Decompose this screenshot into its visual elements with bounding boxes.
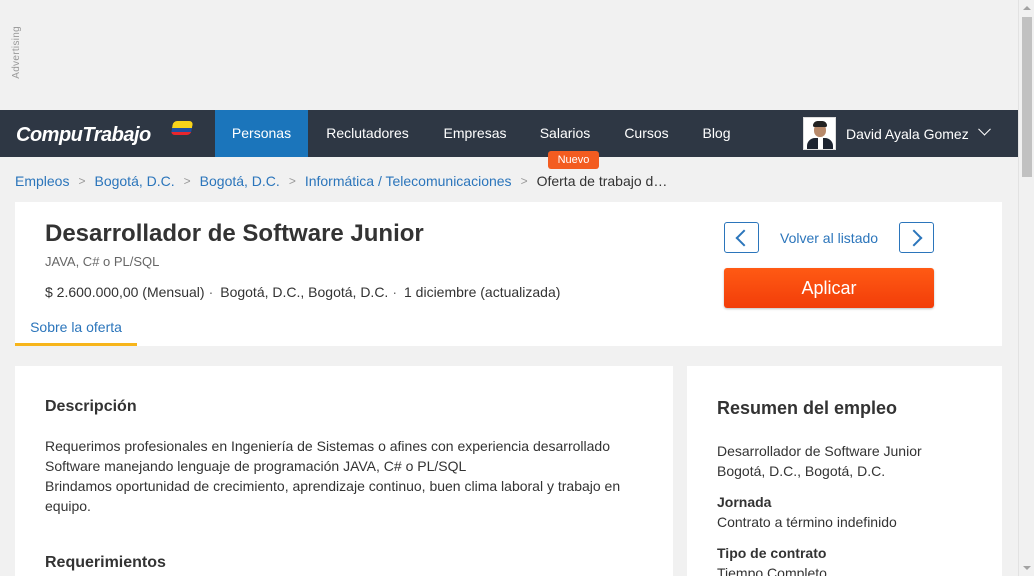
computrabajo-logo[interactable]: CompuTrabajo bbox=[16, 124, 151, 147]
advertising-area: Advertising bbox=[0, 0, 1018, 110]
breadcrumb-current: Oferta de trabajo d… bbox=[536, 173, 668, 189]
meta-separator: · bbox=[208, 284, 214, 300]
breadcrumb-separator-icon: > bbox=[288, 174, 296, 188]
description-text: Requerimos profesionales en Ingeniería d… bbox=[45, 436, 645, 516]
colombia-flag-icon bbox=[170, 121, 194, 135]
job-meta: $ 2.600.000,00 (Mensual) · Bogotá, D.C., B… bbox=[45, 284, 560, 300]
description-line: Software manejando lenguaje de programac… bbox=[45, 458, 467, 474]
description-line: Brindamos oportunidad de crecimiento, ap… bbox=[45, 478, 621, 494]
breadcrumb-bogota-1[interactable]: Bogotá, D.C. bbox=[94, 173, 174, 190]
description-line: Requerimos profesionales en Ingeniería d… bbox=[45, 438, 610, 454]
nav-item-personas[interactable]: Personas bbox=[215, 110, 308, 157]
scrollbar-thumb[interactable] bbox=[1022, 17, 1032, 177]
main-navbar: CompuTrabajo Personas Reclutadores Empre… bbox=[0, 110, 1018, 157]
job-location: Bogotá, D.C., Bogotá, D.C. bbox=[220, 284, 389, 300]
description-card: Descripción Requerimos profesionales en … bbox=[15, 366, 673, 576]
description-title: Descripción bbox=[45, 398, 137, 415]
user-name: David Ayala Gomez bbox=[846, 125, 969, 142]
job-title: Desarrollador de Software Junior bbox=[45, 220, 424, 247]
user-menu[interactable]: David Ayala Gomez bbox=[803, 117, 991, 150]
advertising-label: Advertising bbox=[11, 26, 22, 79]
nuevo-badge: Nuevo bbox=[548, 151, 599, 169]
breadcrumb-separator-icon: > bbox=[78, 174, 86, 188]
requirements-title: Requerimientos bbox=[45, 554, 166, 571]
volver-al-listado-link[interactable]: Volver al listado bbox=[780, 230, 878, 246]
job-subtitle: JAVA, C# o PL/SQL bbox=[45, 254, 160, 269]
breadcrumb: Empleos > Bogotá, D.C. > Bogotá, D.C. > … bbox=[15, 173, 667, 190]
apply-button[interactable]: Aplicar bbox=[724, 268, 934, 308]
nav-item-blog[interactable]: Blog bbox=[686, 110, 747, 157]
tipo-contrato-label: Tipo de contrato bbox=[717, 545, 827, 561]
chevron-down-icon bbox=[977, 122, 991, 136]
summary-location: Bogotá, D.C., Bogotá, D.C. bbox=[717, 463, 886, 479]
breadcrumb-separator-icon: > bbox=[520, 174, 528, 188]
previous-offer-chevron-left-icon[interactable] bbox=[724, 222, 759, 253]
scroll-up-arrow-icon[interactable] bbox=[1019, 0, 1034, 16]
breadcrumb-bogota-2[interactable]: Bogotá, D.C. bbox=[200, 173, 280, 190]
meta-separator: · bbox=[392, 284, 397, 300]
description-line: equipo. bbox=[45, 498, 91, 514]
summary-job-title: Desarrollador de Software Junior bbox=[717, 443, 922, 459]
tab-sobre-la-oferta[interactable]: Sobre la oferta bbox=[15, 314, 137, 346]
next-offer-chevron-right-icon[interactable] bbox=[899, 222, 934, 253]
avatar bbox=[803, 117, 836, 150]
summary-title: Resumen del empleo bbox=[717, 398, 898, 418]
nav-item-reclutadores[interactable]: Reclutadores bbox=[308, 110, 427, 157]
jornada-value: Contrato a término indefinido bbox=[717, 514, 897, 530]
breadcrumb-empleos[interactable]: Empleos bbox=[15, 173, 69, 190]
nav-item-salarios[interactable]: Salarios bbox=[523, 110, 607, 157]
nav-item-cursos[interactable]: Cursos bbox=[607, 110, 686, 157]
job-header-card: Desarrollador de Software Junior JAVA, C… bbox=[15, 202, 1002, 346]
tipo-contrato-value: Tiempo Completo bbox=[717, 565, 827, 576]
breadcrumb-separator-icon: > bbox=[183, 174, 191, 188]
page-scrollbar[interactable] bbox=[1018, 0, 1034, 576]
summary-card: Resumen del empleo Desarrollador de Soft… bbox=[687, 366, 1002, 576]
job-salary: $ 2.600.000,00 (Mensual) bbox=[45, 284, 205, 300]
nav-item-empresas[interactable]: Empresas bbox=[427, 110, 523, 157]
jornada-label: Jornada bbox=[717, 494, 772, 510]
breadcrumb-informatica[interactable]: Informática / Telecomunicaciones bbox=[305, 173, 512, 190]
scroll-down-arrow-icon[interactable] bbox=[1019, 560, 1034, 576]
job-date: 1 diciembre (actualizada) bbox=[404, 284, 561, 300]
